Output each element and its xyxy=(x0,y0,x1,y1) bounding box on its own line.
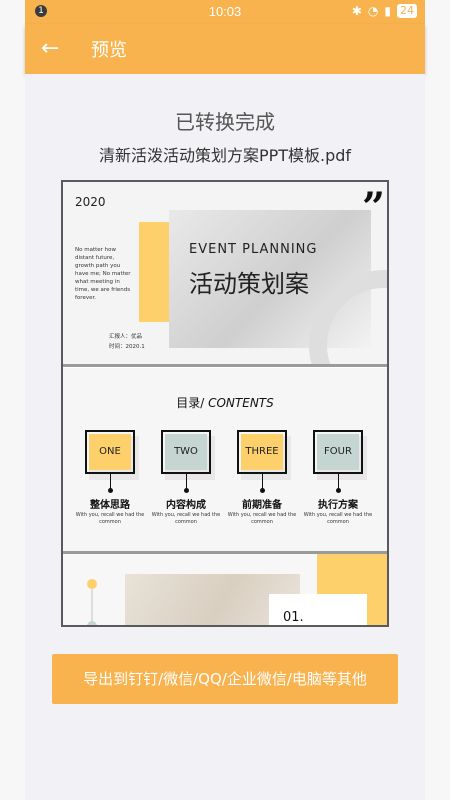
slide-contents: 目录/ CONTENTS ONE 整体思路 With you, recall w… xyxy=(63,368,387,554)
screen: 1 10:03 ✱ ◔ ▮ 24 ← 预览 已转换完成 清新活泼活动策划方案PP… xyxy=(0,0,450,800)
page-title: 预览 xyxy=(91,40,127,61)
contents-item-label: 内容构成 xyxy=(166,500,206,511)
cover-arc xyxy=(309,270,387,364)
contents-item-label: 整体思路 xyxy=(90,500,130,511)
contents-card: TWO xyxy=(161,430,211,474)
event-heading: EVENT PLANNING xyxy=(189,242,318,257)
card-label: FOUR xyxy=(317,434,359,470)
cover-meta: 汇报人：优品 时间：2020.1 xyxy=(109,332,145,352)
pdf-preview[interactable]: 2020 No matter how distant future, growt… xyxy=(61,180,389,627)
status-bar: 1 10:03 ✱ ◔ ▮ 24 xyxy=(25,0,425,24)
slide-year: 2020 xyxy=(75,195,106,209)
contents-item-sub: With you, recall we had the common xyxy=(151,512,221,525)
card-label: ONE xyxy=(89,434,131,470)
contents-title-cn: 目录/ xyxy=(176,396,205,410)
connector-dot xyxy=(336,488,341,493)
contents-item-sub: With you, recall we had the common xyxy=(303,512,373,525)
contents-card: ONE xyxy=(85,430,135,474)
connector-dot xyxy=(260,488,265,493)
contents-title: 目录/ CONTENTS xyxy=(63,394,387,411)
slide-section: 01. xyxy=(63,554,387,625)
contents-card: THREE xyxy=(237,430,287,474)
contents-item-sub: With you, recall we had the common xyxy=(227,512,297,525)
main-content: 已转换完成 清新活泼活动策划方案PPT模板.pdf 2020 No matter… xyxy=(25,74,425,800)
contents-item-sub: With you, recall we had the common xyxy=(75,512,145,525)
conversion-status: 已转换完成 xyxy=(175,110,275,134)
card-label: TWO xyxy=(165,434,207,470)
export-button[interactable]: 导出到钉钉/微信/QQ/企业微信/电脑等其他 xyxy=(52,654,398,704)
card-label: THREE xyxy=(241,434,283,470)
quote-mark: ” xyxy=(361,184,385,231)
signal-icon: ▮ xyxy=(384,4,391,18)
status-icons: ✱ ◔ ▮ 24 xyxy=(352,4,417,18)
bluetooth-icon: ✱ xyxy=(351,4,362,18)
left-edge xyxy=(0,0,25,800)
meta-time: 时间：2020.1 xyxy=(109,344,145,350)
cover-title: 活动策划案 xyxy=(189,270,309,298)
yellow-block xyxy=(139,222,169,322)
contents-card: FOUR xyxy=(313,430,363,474)
right-edge xyxy=(425,0,450,800)
battery-icon: 24 xyxy=(397,4,417,18)
file-name: 清新活泼活动策划方案PPT模板.pdf xyxy=(98,146,352,165)
timeline-dot xyxy=(87,579,97,589)
timeline-dot xyxy=(87,621,97,625)
slide-cover: 2020 No matter how distant future, growt… xyxy=(63,182,387,367)
connector-dot xyxy=(184,488,189,493)
contents-item-label: 执行方案 xyxy=(318,500,358,511)
connector-dot xyxy=(108,488,113,493)
section-number: 01. xyxy=(283,610,304,625)
slide-side-text: No matter how distant future, growth pat… xyxy=(75,247,131,301)
wifi-icon: ◔ xyxy=(367,4,379,18)
arrow-left-icon[interactable]: ← xyxy=(41,34,71,64)
meta-reporter: 汇报人：优品 xyxy=(109,334,143,340)
app-bar: ← 预览 xyxy=(25,24,425,74)
contents-item-label: 前期准备 xyxy=(242,500,282,511)
contents-title-en: CONTENTS xyxy=(208,396,274,410)
